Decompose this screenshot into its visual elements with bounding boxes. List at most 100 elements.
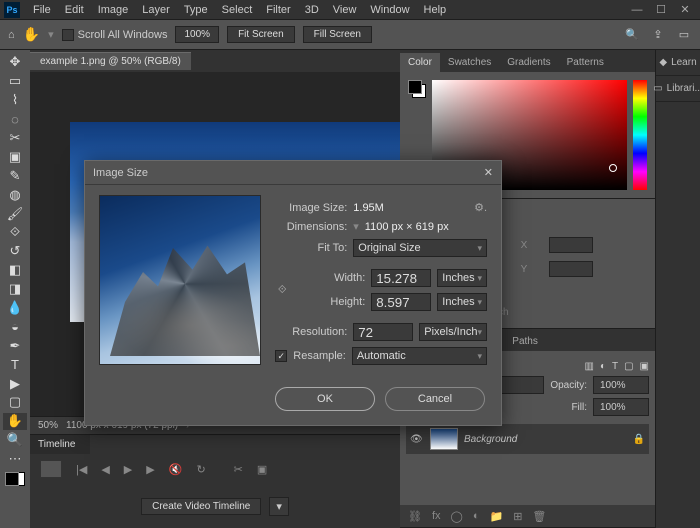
timeline-tab[interactable]: Timeline (30, 435, 90, 454)
mask-icon[interactable]: ◯ (451, 510, 463, 523)
dock-learn[interactable]: ◆ Learn (656, 50, 700, 76)
ok-button[interactable]: OK (275, 387, 375, 411)
fx-icon[interactable]: fx (432, 510, 441, 522)
healing-tool-icon[interactable]: ◍ (3, 186, 27, 203)
menu-3d[interactable]: 3D (298, 4, 326, 16)
layer-item[interactable]: 👁 Background 🔒 (406, 424, 649, 454)
menu-image[interactable]: Image (91, 4, 136, 16)
timeline-transition-icon[interactable]: ▣ (257, 463, 267, 476)
frame-tool-icon[interactable]: ▣ (3, 148, 27, 165)
timeline-split-icon[interactable]: ✂ (234, 463, 243, 476)
menu-help[interactable]: Help (417, 4, 454, 16)
pen-tool-icon[interactable]: ✒ (3, 337, 27, 354)
tab-patterns[interactable]: Patterns (559, 53, 612, 72)
menu-view[interactable]: View (326, 4, 364, 16)
fill-field[interactable]: 100% (593, 398, 649, 416)
crop-tool-icon[interactable]: ✂ (3, 130, 27, 147)
share-icon[interactable]: ⇪ (650, 27, 666, 43)
create-video-timeline-button[interactable]: Create Video Timeline (141, 498, 261, 515)
scroll-all-windows-checkbox[interactable]: Scroll All Windows (62, 29, 168, 41)
home-icon[interactable]: ⌂ (8, 29, 15, 41)
tool-preset-dropdown-icon[interactable]: ▾ (48, 28, 54, 41)
resolution-field[interactable] (353, 323, 413, 341)
timeline-next-icon[interactable]: ▶ (146, 463, 154, 476)
window-close-icon[interactable]: ✕ (674, 2, 696, 18)
zoom-tool-icon[interactable]: 🔍 (3, 432, 27, 449)
marquee-tool-icon[interactable]: ▭ (3, 73, 27, 90)
fit-screen-button[interactable]: Fit Screen (227, 26, 295, 43)
menu-select[interactable]: Select (215, 4, 260, 16)
edit-toolbar-icon[interactable]: ⋯ (3, 451, 27, 468)
blur-tool-icon[interactable]: 💧 (3, 300, 27, 317)
workspace-menu-icon[interactable]: ▭ (676, 27, 692, 43)
delete-layer-icon[interactable]: 🗑 (532, 510, 546, 523)
menu-window[interactable]: Window (363, 4, 416, 16)
resolution-unit-select[interactable]: Pixels/Inch (419, 323, 487, 341)
eraser-tool-icon[interactable]: ◧ (3, 262, 27, 279)
hand-tool-icon[interactable]: ✋ (23, 26, 40, 43)
menu-type[interactable]: Type (177, 4, 215, 16)
chevron-down-icon[interactable]: ▾ (269, 497, 289, 516)
filter-shape-icon[interactable]: ▢ (624, 361, 633, 372)
opacity-field[interactable]: 100% (593, 376, 649, 394)
width-unit-select[interactable]: Inches (437, 269, 487, 287)
new-adjustment-icon[interactable]: ◐ (473, 510, 480, 522)
shape-tool-icon[interactable]: ▢ (3, 394, 27, 411)
eyedropper-tool-icon[interactable]: ✎ (3, 167, 27, 184)
timeline-prev-icon[interactable]: ◀ (101, 463, 109, 476)
search-icon[interactable]: 🔍 (624, 27, 640, 43)
properties-x-field[interactable] (549, 237, 593, 253)
height-unit-select[interactable]: Inches (437, 293, 487, 311)
dodge-tool-icon[interactable]: ◒ (3, 318, 27, 335)
tab-swatches[interactable]: Swatches (440, 53, 499, 72)
color-swatch-pair[interactable] (408, 80, 426, 98)
resample-checkbox[interactable] (275, 350, 287, 362)
tab-paths[interactable]: Paths (504, 332, 546, 351)
quick-select-tool-icon[interactable]: ◌ (3, 111, 27, 128)
move-tool-icon[interactable]: ✥ (3, 54, 27, 71)
zoom-percent[interactable]: 100% (175, 26, 219, 43)
menu-filter[interactable]: Filter (259, 4, 297, 16)
gear-icon[interactable]: ⚙. (474, 201, 487, 214)
brush-tool-icon[interactable]: 🖌 (3, 205, 27, 222)
gradient-tool-icon[interactable]: ◨ (3, 281, 27, 298)
menu-layer[interactable]: Layer (135, 4, 177, 16)
window-maximize-icon[interactable]: ☐ (650, 2, 672, 18)
history-brush-tool-icon[interactable]: ↺ (3, 243, 27, 260)
fill-screen-button[interactable]: Fill Screen (303, 26, 372, 43)
window-minimize-icon[interactable]: — (626, 2, 648, 18)
timeline-loop-icon[interactable]: ↻ (196, 463, 205, 476)
cancel-button[interactable]: Cancel (385, 387, 485, 411)
lasso-tool-icon[interactable]: ⌇ (3, 92, 27, 109)
menu-edit[interactable]: Edit (58, 4, 91, 16)
type-tool-icon[interactable]: T (3, 356, 27, 373)
path-select-tool-icon[interactable]: ▶ (3, 375, 27, 392)
menu-file[interactable]: File (26, 4, 58, 16)
status-zoom[interactable]: 50% (38, 420, 58, 431)
fit-to-select[interactable]: Original Size (353, 239, 487, 257)
tab-color[interactable]: Color (400, 53, 440, 72)
new-layer-icon[interactable]: ⊞ (513, 510, 522, 523)
link-layers-icon[interactable]: ⛓ (408, 510, 422, 523)
constrain-proportions-icon[interactable]: ⟐ (275, 284, 289, 297)
eye-icon[interactable]: 👁 (410, 434, 424, 445)
filter-img-icon[interactable]: ▥ (584, 361, 593, 372)
timeline-mute-icon[interactable]: 🔇 (169, 463, 183, 476)
timeline-play-icon[interactable]: ▶ (124, 463, 132, 476)
filter-smart-icon[interactable]: ▣ (640, 361, 649, 372)
properties-y-field[interactable] (549, 261, 593, 277)
hand-tool-icon[interactable]: ✋ (3, 413, 27, 430)
color-swatch-pair[interactable] (3, 470, 27, 488)
resample-select[interactable]: Automatic (352, 347, 487, 365)
new-group-icon[interactable]: 📁 (490, 510, 504, 523)
filter-adj-icon[interactable]: ◐ (600, 361, 606, 372)
hue-slider[interactable] (633, 80, 647, 190)
dock-libraries[interactable]: ▭ Librari... (656, 76, 700, 102)
width-field[interactable] (371, 269, 431, 287)
stamp-tool-icon[interactable]: ⟐ (3, 224, 27, 241)
dialog-close-icon[interactable]: ✕ (484, 166, 493, 179)
document-tab[interactable]: example 1.png @ 50% (RGB/8) (30, 52, 191, 70)
height-field[interactable] (371, 293, 431, 311)
timeline-first-icon[interactable]: |◀ (76, 463, 87, 476)
tab-gradients[interactable]: Gradients (499, 53, 558, 72)
